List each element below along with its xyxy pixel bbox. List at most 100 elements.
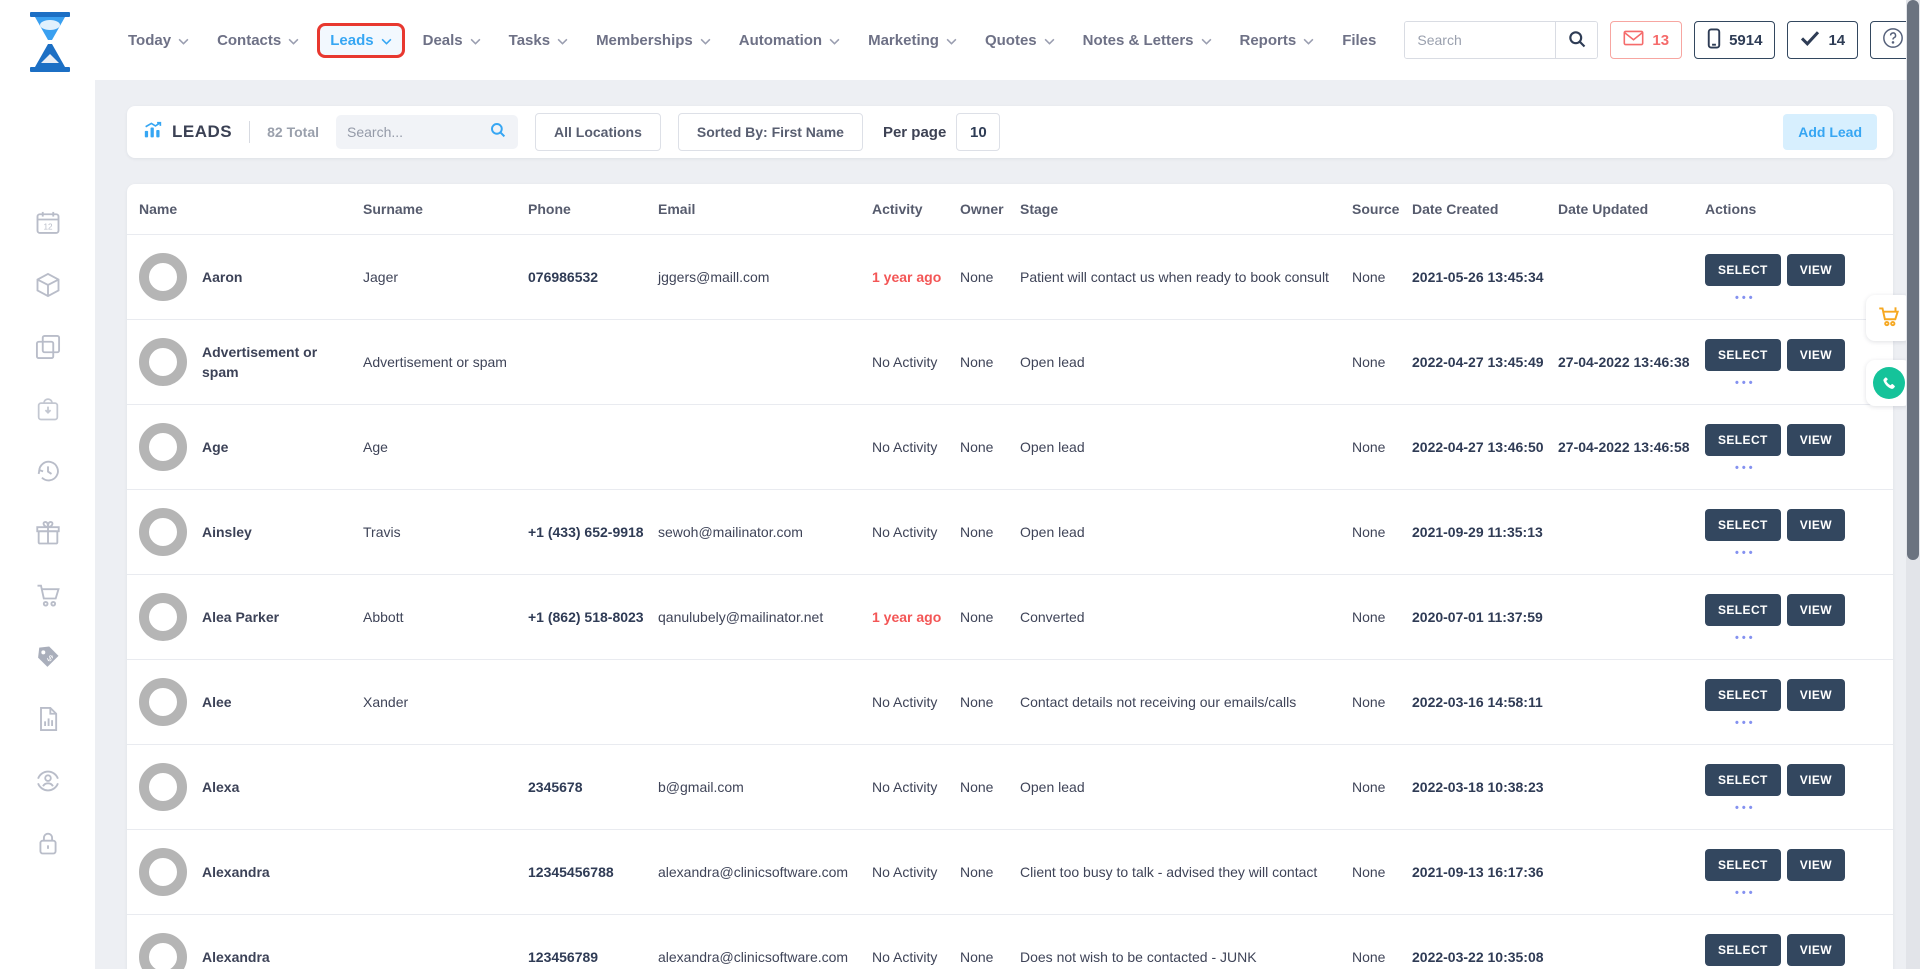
more-actions-button[interactable]: ••• bbox=[1735, 890, 1879, 896]
nav-item-tasks[interactable]: Tasks bbox=[509, 32, 568, 49]
avatar bbox=[139, 593, 187, 641]
nav-item-reports[interactable]: Reports bbox=[1240, 32, 1315, 49]
price-tag-icon[interactable]: $ bbox=[33, 642, 63, 672]
table-row[interactable]: Alea Parker Abbott +1 (862) 518-8023 qan… bbox=[127, 574, 1893, 659]
add-lead-button[interactable]: Add Lead bbox=[1783, 114, 1877, 150]
report-icon[interactable] bbox=[33, 704, 63, 734]
nav-item-automation[interactable]: Automation bbox=[739, 32, 840, 49]
select-button[interactable]: SELECT bbox=[1705, 254, 1781, 286]
view-button[interactable]: VIEW bbox=[1787, 424, 1845, 456]
view-button[interactable]: VIEW bbox=[1787, 849, 1845, 881]
cube-icon[interactable] bbox=[33, 270, 63, 300]
cell-date-created: 2020-07-01 11:37:59 bbox=[1412, 607, 1558, 627]
leads-toolbar: LEADS 82 Total All Locations Sorted By: … bbox=[127, 106, 1893, 158]
table-row[interactable]: Ainsley Travis +1 (433) 652-9918 sewoh@m… bbox=[127, 489, 1893, 574]
nav-item-files[interactable]: Files bbox=[1342, 32, 1376, 49]
cell-stage: Contact details not receiving our emails… bbox=[1020, 692, 1352, 712]
table-row[interactable]: Age Age No Activity None Open lead None … bbox=[127, 404, 1893, 489]
global-search-button[interactable] bbox=[1555, 22, 1597, 58]
nav-item-quotes[interactable]: Quotes bbox=[985, 32, 1055, 49]
scrollbar-thumb[interactable] bbox=[1907, 0, 1919, 560]
cell-owner: None bbox=[960, 692, 1020, 712]
gift-icon[interactable] bbox=[33, 518, 63, 548]
select-button[interactable]: SELECT bbox=[1705, 849, 1781, 881]
mail-badge[interactable]: 13 bbox=[1610, 21, 1682, 59]
column-header-email: Email bbox=[658, 199, 872, 219]
more-actions-button[interactable]: ••• bbox=[1735, 805, 1879, 811]
view-button[interactable]: VIEW bbox=[1787, 509, 1845, 541]
nav-item-contacts[interactable]: Contacts bbox=[217, 32, 299, 49]
view-button[interactable]: VIEW bbox=[1787, 764, 1845, 796]
view-button[interactable]: VIEW bbox=[1787, 934, 1845, 966]
location-filter[interactable]: All Locations bbox=[535, 113, 661, 151]
chevron-down-icon bbox=[1201, 38, 1212, 45]
table-row[interactable]: Aaron Jager 076986532 jggers@maill.com 1… bbox=[127, 234, 1893, 319]
nav-item-notes-letters[interactable]: Notes & Letters bbox=[1083, 32, 1212, 49]
cart-icon[interactable] bbox=[33, 580, 63, 610]
cell-stage: Open lead bbox=[1020, 522, 1352, 542]
cell-date-created: 2022-04-27 13:46:50 bbox=[1412, 437, 1558, 457]
cell-activity: 1 year ago bbox=[872, 607, 960, 627]
cell-stage: Open lead bbox=[1020, 352, 1352, 372]
nav-item-marketing[interactable]: Marketing bbox=[868, 32, 957, 49]
select-button[interactable]: SELECT bbox=[1705, 509, 1781, 541]
chevron-down-icon bbox=[288, 38, 299, 45]
nav-item-deals[interactable]: Deals bbox=[423, 32, 481, 49]
cell-name: Alea Parker bbox=[139, 593, 363, 641]
cell-name: Ainsley bbox=[139, 508, 363, 556]
lock-icon[interactable] bbox=[33, 828, 63, 858]
cell-source: None bbox=[1352, 862, 1412, 882]
check-icon bbox=[1800, 30, 1820, 50]
copy-icon[interactable] bbox=[33, 332, 63, 362]
nav-item-leads[interactable]: Leads bbox=[317, 23, 404, 58]
nav-item-label: Quotes bbox=[985, 32, 1037, 49]
more-actions-button[interactable]: ••• bbox=[1735, 465, 1879, 471]
per-page-input[interactable] bbox=[956, 113, 1000, 151]
cell-activity: No Activity bbox=[872, 437, 960, 457]
cell-date-created: 2021-09-29 11:35:13 bbox=[1412, 522, 1558, 542]
more-actions-button[interactable]: ••• bbox=[1735, 635, 1879, 641]
phone-badge[interactable]: 5914 bbox=[1694, 21, 1775, 59]
column-header-date-created: Date Created bbox=[1412, 199, 1558, 219]
chevron-down-icon bbox=[381, 38, 392, 45]
view-button[interactable]: VIEW bbox=[1787, 679, 1845, 711]
account-icon[interactable] bbox=[33, 766, 63, 796]
tasks-badge[interactable]: 14 bbox=[1787, 21, 1858, 59]
more-actions-button[interactable]: ••• bbox=[1735, 295, 1879, 301]
select-button[interactable]: SELECT bbox=[1705, 339, 1781, 371]
phone-count: 5914 bbox=[1729, 32, 1762, 49]
select-button[interactable]: SELECT bbox=[1705, 764, 1781, 796]
select-button[interactable]: SELECT bbox=[1705, 424, 1781, 456]
table-search bbox=[336, 115, 518, 149]
app-logo-hourglass-icon[interactable] bbox=[24, 10, 76, 74]
global-search-input[interactable] bbox=[1405, 22, 1555, 58]
bag-icon[interactable] bbox=[33, 394, 63, 424]
cell-stage: Open lead bbox=[1020, 437, 1352, 457]
table-row[interactable]: Alee Xander No Activity None Contact det… bbox=[127, 659, 1893, 744]
more-actions-button[interactable]: ••• bbox=[1735, 380, 1879, 386]
nav-item-label: Leads bbox=[330, 32, 373, 49]
leads-chart-icon bbox=[143, 121, 163, 144]
cell-source: None bbox=[1352, 607, 1412, 627]
table-row[interactable]: Alexandra 12345456788 alexandra@clinicso… bbox=[127, 829, 1893, 914]
sort-filter[interactable]: Sorted By: First Name bbox=[678, 113, 863, 151]
nav-item-memberships[interactable]: Memberships bbox=[596, 32, 711, 49]
history-icon[interactable] bbox=[33, 456, 63, 486]
table-row[interactable]: Alexa 2345678 b@gmail.com No Activity No… bbox=[127, 744, 1893, 829]
calendar-icon[interactable]: 12 bbox=[33, 208, 63, 238]
view-button[interactable]: VIEW bbox=[1787, 339, 1845, 371]
cell-owner: None bbox=[960, 607, 1020, 627]
more-actions-button[interactable]: ••• bbox=[1735, 550, 1879, 556]
select-button[interactable]: SELECT bbox=[1705, 594, 1781, 626]
table-row[interactable]: Alexandra 123456789 alexandra@clinicsoft… bbox=[127, 914, 1893, 969]
avatar bbox=[139, 253, 187, 301]
question-icon bbox=[1882, 27, 1904, 53]
view-button[interactable]: VIEW bbox=[1787, 594, 1845, 626]
select-button[interactable]: SELECT bbox=[1705, 934, 1781, 966]
view-button[interactable]: VIEW bbox=[1787, 254, 1845, 286]
nav-item-today[interactable]: Today bbox=[128, 32, 189, 49]
table-search-input[interactable] bbox=[347, 124, 489, 140]
more-actions-button[interactable]: ••• bbox=[1735, 720, 1879, 726]
select-button[interactable]: SELECT bbox=[1705, 679, 1781, 711]
table-row[interactable]: Advertisement or spam Advertisement or s… bbox=[127, 319, 1893, 404]
